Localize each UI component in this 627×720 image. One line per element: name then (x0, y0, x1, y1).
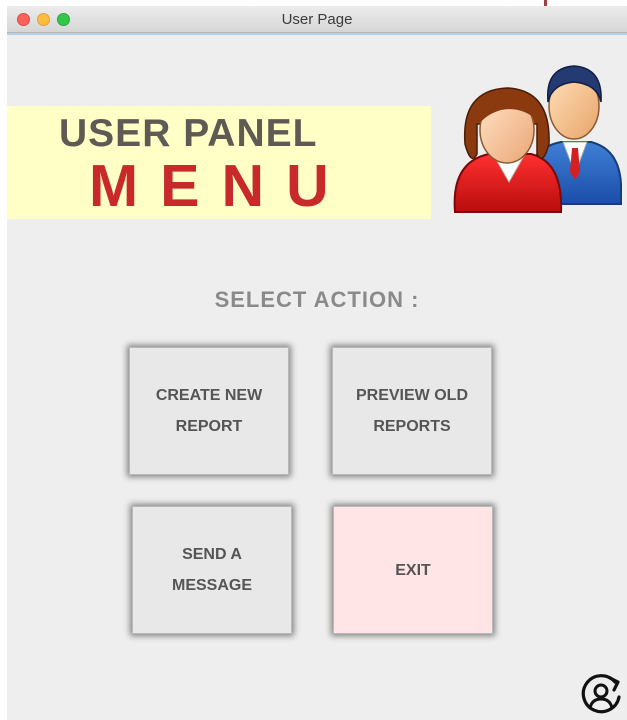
select-action-label: SELECT ACTION : (7, 287, 627, 313)
account-refresh-icon[interactable] (580, 673, 624, 717)
button-label-line2: REPORT (175, 418, 243, 435)
window-title: User Page (281, 11, 353, 28)
button-label-line1: CREATE NEW (155, 387, 263, 404)
user-page-window: User Page USER PANEL MENU SELECT ACTION … (7, 6, 627, 720)
button-label: EXIT (395, 561, 431, 579)
button-label-line1: PREVIEW OLD (355, 387, 468, 404)
title-bar[interactable]: User Page (7, 6, 627, 33)
send-message-button[interactable]: SEND A MESSAGE (132, 506, 292, 634)
button-label-line1: SEND A (182, 546, 242, 563)
exit-button[interactable]: EXIT (333, 506, 493, 634)
users-group-icon (453, 65, 622, 213)
banner-title: USER PANEL (59, 112, 318, 155)
preview-old-reports-button[interactable]: PREVIEW OLD REPORTS (332, 347, 492, 475)
create-new-report-button[interactable]: CREATE NEW REPORT (129, 347, 289, 475)
title-bar-divider (7, 33, 627, 35)
banner-subtitle: MENU (89, 153, 351, 219)
user-panel-banner: USER PANEL MENU (7, 106, 431, 219)
select-action-text: SELECT ACTION : (214, 287, 420, 312)
button-label-line2: REPORTS (373, 418, 451, 435)
button-label-line2: MESSAGE (171, 577, 252, 594)
